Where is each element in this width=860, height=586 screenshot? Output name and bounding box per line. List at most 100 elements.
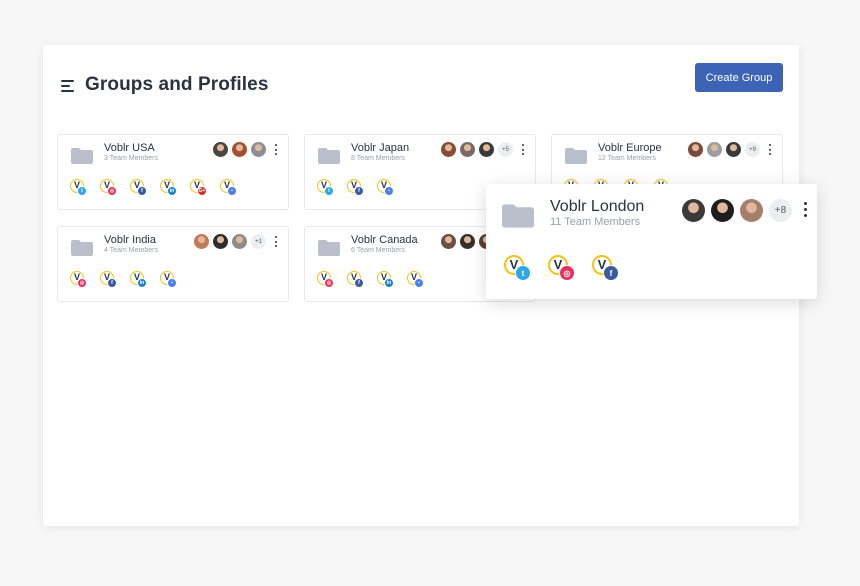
group-member-count: 6 Team Members <box>351 247 405 254</box>
folder-icon <box>565 148 587 164</box>
twitter-profile-icon[interactable]: Vt <box>504 255 532 283</box>
linkedin-profile-icon[interactable]: Vin <box>130 271 147 288</box>
google-my-business-profile-icon[interactable]: V ▪ <box>377 179 394 196</box>
facebook-profile-icon[interactable]: Vf <box>347 271 364 288</box>
group-name: Voblr USA <box>104 142 155 154</box>
group-member-count: 12 Team Members <box>598 155 656 162</box>
more-members-badge[interactable]: +8 <box>769 199 792 222</box>
twitter-icon: t <box>324 186 334 196</box>
group-name: Voblr India <box>104 234 156 246</box>
more-options-icon[interactable] <box>768 144 772 156</box>
more-members-badge[interactable]: +5 <box>498 142 513 157</box>
member-avatar[interactable] <box>688 142 703 157</box>
more-options-icon[interactable] <box>274 236 278 248</box>
google-my-business-icon: ▪ <box>227 186 237 196</box>
social-profiles: V ◎ Vf Vin V ▪ <box>317 271 437 288</box>
group-member-count: 3 Team Members <box>104 155 158 162</box>
more-members-badge[interactable]: +1 <box>251 234 266 249</box>
folder-icon <box>318 148 340 164</box>
facebook-icon: f <box>137 186 147 196</box>
member-avatar[interactable] <box>479 142 494 157</box>
more-options-icon[interactable] <box>803 202 808 218</box>
page-title: Groups and Profiles <box>85 74 269 95</box>
group-member-count: 4 Team Members <box>104 247 158 254</box>
social-profiles: V ◎ Vf Vin V ▪ <box>70 271 190 288</box>
more-options-icon[interactable] <box>274 144 278 156</box>
member-avatar[interactable] <box>232 142 247 157</box>
member-avatars[interactable]: +5 <box>441 142 517 157</box>
member-avatar[interactable] <box>213 234 228 249</box>
linkedin-icon: in <box>167 186 177 196</box>
member-avatar[interactable] <box>711 199 734 222</box>
linkedin-icon: in <box>137 278 147 288</box>
group-name: Voblr Japan <box>351 142 410 154</box>
group-name: Voblr London <box>550 198 645 215</box>
google-plus-profile-icon[interactable]: V G+ <box>190 179 207 196</box>
facebook-icon: f <box>354 278 364 288</box>
facebook-icon: f <box>107 278 117 288</box>
instagram-profile-icon[interactable]: V◎ <box>548 255 576 283</box>
group-name: Voblr Europe <box>598 142 662 154</box>
social-profiles: Vt Vf V ▪ <box>317 179 407 196</box>
group-card-highlighted[interactable]: Voblr London 11 Team Members +8 Vt V ◎ Vf <box>486 184 817 299</box>
member-avatars[interactable]: +1 <box>194 234 270 249</box>
google-plus-icon: G+ <box>197 186 207 196</box>
member-avatar[interactable] <box>460 234 475 249</box>
group-member-count: 8 Team Members <box>351 155 405 162</box>
group-member-count: 11 Team Members <box>550 216 641 228</box>
instagram-profile-icon[interactable]: V◎ <box>70 271 87 288</box>
folder-icon <box>71 240 93 256</box>
instagram-profile-icon[interactable]: V◎ <box>317 271 334 288</box>
instagram-icon: ◎ <box>559 265 575 281</box>
instagram-icon: ◎ <box>77 278 87 288</box>
member-avatar[interactable] <box>441 142 456 157</box>
twitter-icon: t <box>77 186 87 196</box>
google-my-business-profile-icon[interactable]: V ▪ <box>220 179 237 196</box>
google-my-business-icon: ▪ <box>414 278 424 288</box>
facebook-icon: f <box>354 186 364 196</box>
linkedin-profile-icon[interactable]: Vin <box>160 179 177 196</box>
member-avatar[interactable] <box>682 199 705 222</box>
linkedin-profile-icon[interactable]: Vin <box>377 271 394 288</box>
facebook-profile-icon[interactable]: Vf <box>130 179 147 196</box>
google-my-business-icon: ▪ <box>384 186 394 196</box>
member-avatar[interactable] <box>232 234 247 249</box>
linkedin-icon: in <box>384 278 394 288</box>
group-card[interactable]: Voblr India 4 Team Members +1 V ◎ Vf Vin V ▪ <box>57 226 289 302</box>
twitter-profile-icon[interactable]: Vt <box>317 179 334 196</box>
menu-icon[interactable] <box>61 80 74 92</box>
member-avatar[interactable] <box>251 142 266 157</box>
member-avatars[interactable] <box>213 142 270 157</box>
member-avatar[interactable] <box>441 234 456 249</box>
folder-icon <box>502 204 534 228</box>
google-my-business-profile-icon[interactable]: V ▪ <box>407 271 424 288</box>
create-group-button[interactable]: Create Group <box>695 63 783 92</box>
more-members-badge[interactable]: +9 <box>745 142 760 157</box>
instagram-icon: ◎ <box>324 278 334 288</box>
member-avatar[interactable] <box>740 199 763 222</box>
member-avatar[interactable] <box>213 142 228 157</box>
more-options-icon[interactable] <box>521 144 525 156</box>
facebook-icon: f <box>603 265 619 281</box>
facebook-profile-icon[interactable]: Vf <box>592 255 620 283</box>
instagram-icon: ◎ <box>107 186 117 196</box>
folder-icon <box>71 148 93 164</box>
facebook-profile-icon[interactable]: Vf <box>347 179 364 196</box>
instagram-profile-icon[interactable]: V◎ <box>100 179 117 196</box>
twitter-profile-icon[interactable]: Vt <box>70 179 87 196</box>
facebook-profile-icon[interactable]: Vf <box>100 271 117 288</box>
member-avatar[interactable] <box>707 142 722 157</box>
social-profiles: Vt V ◎ Vf Vin V G+ V ▪ <box>70 179 250 196</box>
google-my-business-profile-icon[interactable]: V ▪ <box>160 271 177 288</box>
member-avatar[interactable] <box>460 142 475 157</box>
twitter-icon: t <box>515 265 531 281</box>
group-name: Voblr Canada <box>351 234 418 246</box>
google-my-business-icon: ▪ <box>167 278 177 288</box>
member-avatar[interactable] <box>194 234 209 249</box>
folder-icon <box>318 240 340 256</box>
member-avatar[interactable] <box>726 142 741 157</box>
member-avatars[interactable]: +9 <box>688 142 764 157</box>
group-card[interactable]: Voblr USA 3 Team Members Vt V ◎ Vf Vin V G+ V ▪ <box>57 134 289 210</box>
member-avatars[interactable]: +8 <box>682 199 798 222</box>
social-profiles: Vt V ◎ Vf <box>504 255 636 283</box>
